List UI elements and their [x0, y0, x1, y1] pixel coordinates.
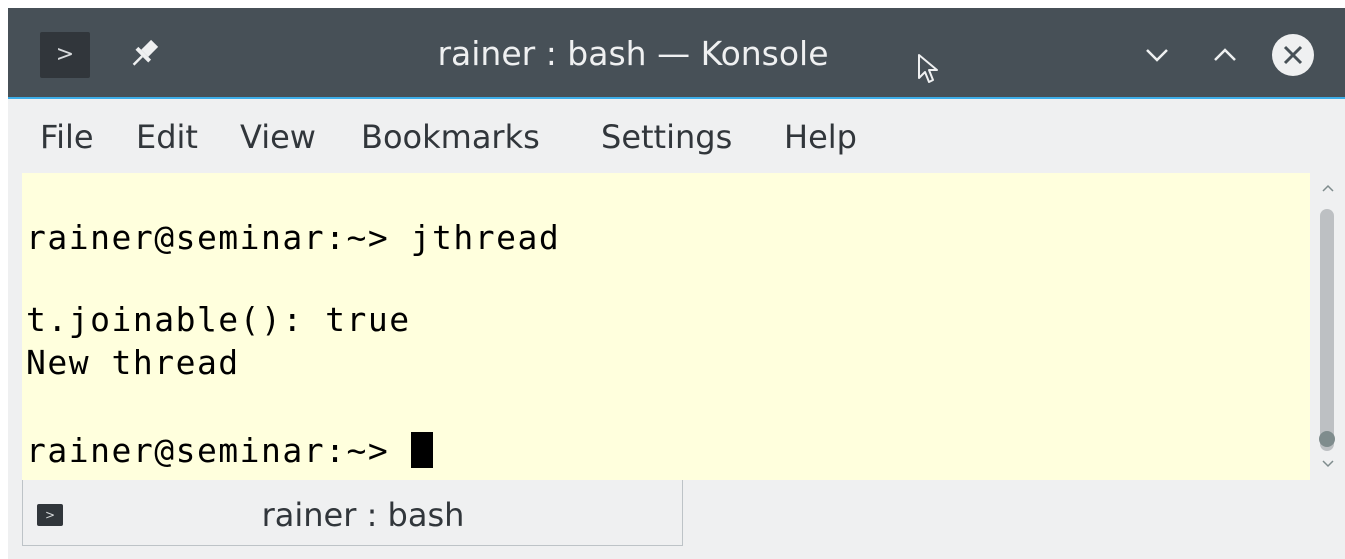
close-icon[interactable] — [1270, 32, 1316, 78]
scroll-up-icon[interactable] — [1319, 181, 1337, 195]
terminal-line: New thread — [26, 343, 240, 382]
title-bar[interactable]: > rainer : bash — Konsole — [8, 8, 1345, 99]
pin-icon[interactable] — [124, 34, 164, 74]
scrollbar-track[interactable] — [1320, 209, 1334, 451]
menu-bookmarks[interactable]: Bookmarks — [361, 99, 540, 173]
menu-settings[interactable]: Settings — [601, 99, 732, 173]
konsole-window: > rainer : bash — Konsole File Edit View — [8, 8, 1345, 559]
tab-label: rainer : bash — [261, 496, 465, 534]
chevron-down-icon[interactable] — [1134, 32, 1180, 78]
menu-edit[interactable]: Edit — [136, 99, 198, 173]
terminal-icon: > — [37, 504, 63, 526]
chevron-up-icon[interactable] — [1202, 32, 1248, 78]
text-cursor — [410, 432, 433, 468]
terminal-output[interactable]: rainer@seminar:~> jthread t.joinable(): … — [22, 173, 1310, 480]
tab-bar: > rainer : bash — [8, 480, 1345, 559]
menu-view[interactable]: View — [240, 99, 316, 173]
mouse-pointer-icon — [918, 54, 938, 83]
terminal-prompt-line: rainer@seminar:~> — [26, 431, 433, 471]
vertical-scrollbar[interactable] — [1311, 173, 1345, 480]
menu-file[interactable]: File — [40, 99, 94, 173]
scrollbar-handle[interactable] — [1319, 431, 1335, 447]
terminal-icon[interactable]: > — [40, 32, 90, 78]
tab-rainer-bash[interactable]: > rainer : bash — [22, 480, 683, 546]
terminal-prompt: rainer@seminar:~> — [26, 431, 411, 470]
window-title: rainer : bash — Konsole — [437, 34, 829, 73]
menu-help[interactable]: Help — [784, 99, 857, 173]
scroll-down-icon[interactable] — [1319, 457, 1337, 471]
terminal-line: t.joinable(): true — [26, 300, 411, 339]
terminal-line: rainer@seminar:~> jthread — [26, 218, 561, 257]
menu-bar: File Edit View Bookmarks Settings Help — [8, 99, 1345, 173]
